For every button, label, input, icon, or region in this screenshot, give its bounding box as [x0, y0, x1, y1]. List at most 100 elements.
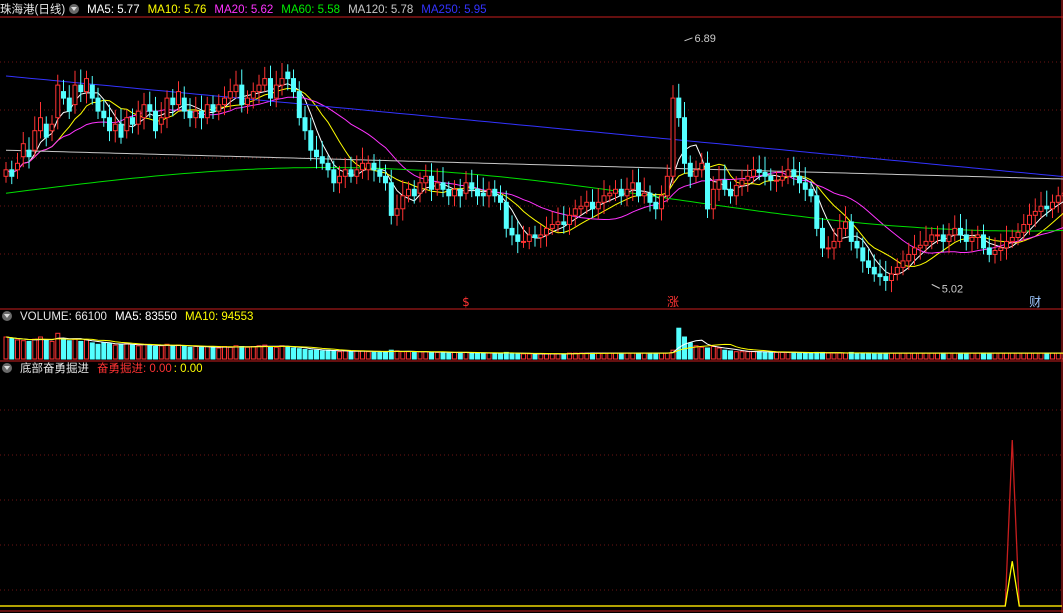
indicator-line-1 [0, 439, 1062, 607]
candle-body [38, 117, 43, 132]
candle-body [423, 175, 429, 184]
volume-bar [889, 352, 894, 360]
ma60-label: MA60: 5.58 [281, 4, 341, 16]
candle-body [963, 234, 969, 242]
volume-bar [705, 347, 710, 360]
indicator-title: 底部奋勇掘进 [20, 363, 89, 375]
volume-bar [227, 346, 233, 360]
candle-body [739, 179, 745, 186]
candle-body [9, 169, 15, 177]
ma-line-ma250 [5, 75, 1063, 178]
candle-body [377, 169, 383, 177]
candle-body [843, 221, 848, 229]
volume-bar [164, 343, 170, 360]
candle-body [751, 169, 756, 177]
candle-body [383, 175, 388, 184]
volume-bar [1050, 352, 1055, 360]
volume-bar [624, 352, 630, 360]
candle-body [986, 247, 992, 255]
volume-bar [877, 352, 883, 360]
volume-bar [262, 344, 268, 360]
candle-body [72, 84, 78, 106]
candle-body [187, 110, 193, 119]
price-callout: 5.02 [942, 283, 963, 295]
volume-bar [199, 346, 204, 360]
volume-bar [463, 351, 469, 360]
candle-body [693, 169, 699, 177]
candle-body [279, 78, 285, 86]
event-marker: 涨 [667, 294, 679, 309]
volume-bar [20, 340, 26, 360]
volume-bar [561, 353, 567, 360]
candle-body [664, 175, 670, 197]
candle-body [216, 104, 222, 112]
collapse-icon[interactable] [69, 4, 80, 14]
candle-body [141, 104, 147, 119]
candle-body [107, 117, 112, 132]
candle-body [940, 234, 946, 242]
volume-bar [135, 345, 141, 360]
volume-bar [296, 348, 302, 360]
candle-body [61, 91, 66, 99]
candle-body [222, 97, 227, 106]
candle-body [969, 237, 975, 242]
volume-bar [653, 352, 659, 360]
candle-body [112, 123, 118, 132]
volume-bar [756, 351, 762, 360]
volume-bar [820, 351, 825, 360]
candle-body [802, 182, 808, 190]
candle-body [268, 78, 273, 99]
volume-bar [457, 351, 463, 360]
volume-bar [43, 339, 49, 360]
candle-body [394, 208, 400, 216]
candle-body [181, 97, 187, 112]
volume-bar [751, 351, 756, 360]
candle-body [866, 260, 871, 268]
volume-bar [256, 345, 262, 360]
candle-body [716, 179, 722, 190]
volume-bar [630, 352, 636, 360]
volume-bar [946, 352, 952, 360]
collapse-icon[interactable] [2, 311, 12, 321]
collapse-icon[interactable] [2, 363, 12, 373]
volume-bar [291, 347, 296, 360]
candle-body [3, 169, 9, 177]
price-callout-line [684, 37, 693, 42]
volume-bar [958, 352, 963, 360]
volume-bar [89, 342, 95, 360]
volume-bar [659, 352, 664, 360]
candle-body [998, 247, 1004, 251]
volume-bar [394, 350, 400, 360]
price-callout-line [931, 283, 940, 289]
candle-body [544, 227, 549, 236]
candle-body [917, 244, 923, 249]
volume-bar [365, 351, 371, 360]
volume-bar [210, 346, 216, 360]
candle-body [1055, 195, 1061, 203]
candle-body [319, 156, 325, 164]
volume-bar [176, 344, 181, 360]
chart-canvas: 6.89 5.02 $ 涨 财 [0, 0, 1063, 613]
volume-bar [544, 353, 549, 360]
volume-bar [319, 350, 325, 360]
indicator-legend: 底部奋勇掘进 奋勇掘进: 0.00: 0.00 [0, 361, 211, 377]
volume-bar [170, 345, 176, 360]
candle-body [779, 175, 785, 181]
volume-bar [112, 344, 118, 360]
candle-body [66, 97, 72, 112]
candle-body [584, 201, 590, 207]
candle-body [722, 179, 728, 190]
candle-body [699, 162, 705, 171]
candle-body [590, 201, 595, 210]
volume-bar [866, 352, 871, 360]
candle-body [670, 97, 676, 177]
volume-bar [860, 352, 866, 360]
volume-bar [434, 351, 440, 360]
volume-bar [739, 351, 745, 360]
volume-bar [423, 351, 429, 360]
candle-body [296, 91, 302, 119]
price-legend: 珠海港(日线) MA5: 5.77 MA10: 5.76 MA20: 5.62 MA60… [0, 2, 495, 18]
volume-bar [791, 351, 797, 360]
candle-body [457, 188, 463, 197]
volume-bar [107, 343, 112, 360]
